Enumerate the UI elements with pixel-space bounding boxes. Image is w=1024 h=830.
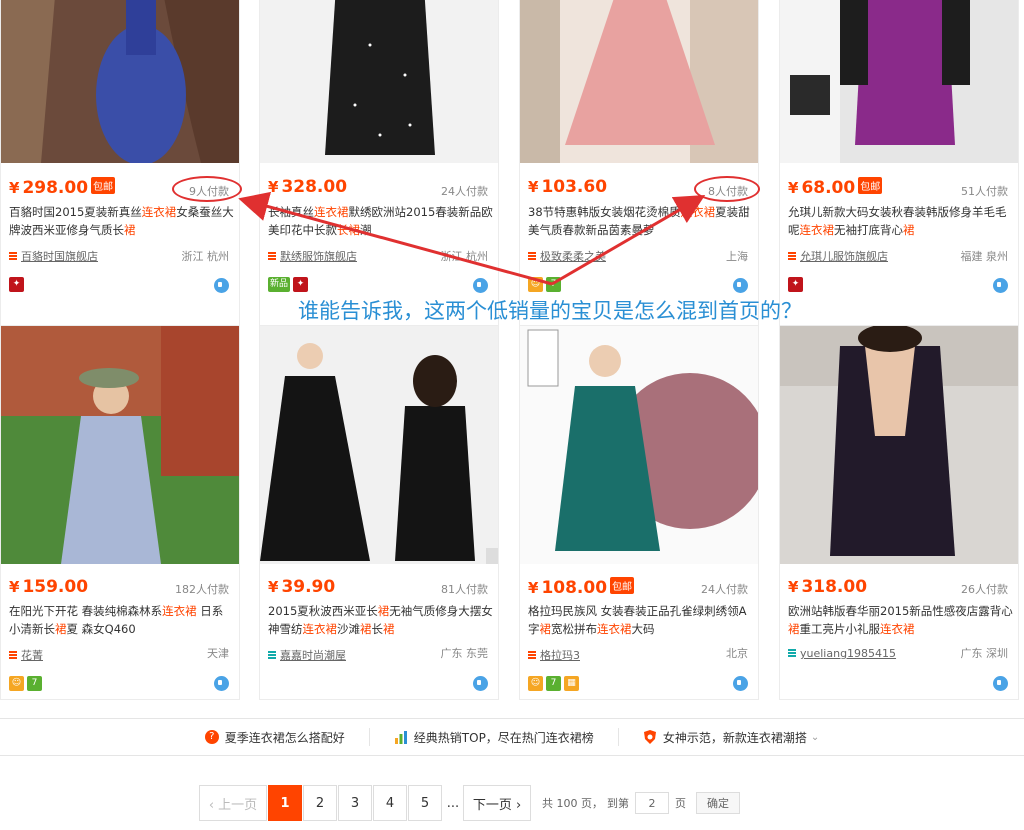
badges: ☺ 7 ▦ (528, 676, 579, 692)
pagination-ellipsis: ... (446, 795, 460, 811)
shop-link[interactable]: 花菁 (9, 647, 43, 663)
pagination: ‹ 上一页 1 2 3 4 5 ... 下一页 › 共 100 页， 到第 页 … (199, 785, 740, 821)
shop-icon (9, 651, 17, 659)
location: 北京 (726, 647, 748, 660)
sales-count: 81人付款 (441, 583, 488, 596)
product-image[interactable] (780, 326, 1018, 564)
shop-link[interactable]: yueliang1985415 (788, 647, 896, 660)
page-button-3[interactable]: 3 (338, 785, 372, 821)
product-card[interactable]: ¥159.00 182人付款 在阳光下开花 春装纯棉森林系连衣裙 日系小清新长裙… (0, 325, 240, 700)
wangwang-chat-icon[interactable] (214, 676, 229, 691)
suggestion-bar: ? 夏季连衣裙怎么搭配好 经典热销TOP，尽在热门连衣裙榜 女神示范，新款连衣裙… (0, 718, 1024, 756)
tip-link[interactable]: 女神示范，新款连衣裙潮搭 ⌄ (619, 728, 843, 746)
wangwang-chat-icon[interactable] (993, 676, 1008, 691)
free-shipping-badge: 包邮 (610, 577, 635, 594)
tip-link[interactable]: 经典热销TOP，尽在热门连衣裙榜 (370, 728, 619, 746)
guarantee-icon: ▦ (564, 676, 579, 691)
next-page-button[interactable]: 下一页 › (463, 785, 531, 821)
product-price: ¥39.90 (268, 577, 336, 597)
product-title[interactable]: 格拉玛民族风 女装春装正品孔雀绿刺绣领A字裙宽松拼布连衣裙大码 (528, 602, 753, 638)
product-price: ¥108.00 包邮 (528, 577, 635, 598)
page-unit-label: 页 (675, 797, 686, 810)
prev-page-button[interactable]: ‹ 上一页 (199, 785, 267, 821)
shop-link[interactable]: 嘉嘉时尚潮屋 (268, 647, 346, 663)
location: 广东 深圳 (960, 647, 1009, 660)
page-button-4[interactable]: 4 (373, 785, 407, 821)
bar-chart-icon (394, 731, 407, 744)
product-title[interactable]: 2015夏秋波西米亚长裙无袖气质修身大摆女神雪纺连衣裙沙滩裙长裙 (268, 602, 493, 638)
page-number-input[interactable] (635, 792, 669, 814)
product-card[interactable]: ¥39.90 81人付款 2015夏秋波西米亚长裙无袖气质修身大摆女神雪纺连衣裙… (259, 325, 499, 700)
goto-label: 到第 (607, 797, 629, 810)
shop-link[interactable]: 格拉玛3 (528, 647, 580, 663)
sales-count: 26人付款 (961, 583, 1008, 596)
shop-icon (268, 651, 276, 659)
question-icon: ? (204, 730, 219, 744)
shop-icon (788, 649, 796, 657)
sales-count: 182人付款 (175, 583, 229, 596)
product-card[interactable]: ¥108.00 包邮 24人付款 格拉玛民族风 女装春装正品孔雀绿刺绣领A字裙宽松… (519, 325, 759, 700)
total-pages: 共 100 页， (542, 797, 603, 810)
product-image[interactable] (1, 326, 239, 564)
product-image[interactable] (520, 326, 758, 564)
badges: ☺7 (9, 676, 42, 692)
product-price: ¥318.00 (788, 577, 868, 597)
seven-day-return-icon: 7 (546, 676, 561, 691)
product-image[interactable] (260, 326, 498, 564)
shop-icon (528, 651, 536, 659)
seven-day-return-icon: 7 (27, 676, 42, 691)
tip-link[interactable]: ? 夏季连衣裙怎么搭配好 (181, 728, 370, 746)
page-button-2[interactable]: 2 (303, 785, 337, 821)
product-title[interactable]: 欧洲站韩版春华丽2015新品性感夜店露背心裙重工亮片小礼服连衣裙 (788, 602, 1013, 638)
confirm-button[interactable]: 确定 (696, 792, 740, 814)
product-card[interactable]: ¥318.00 26人付款 欧洲站韩版春华丽2015新品性感夜店露背心裙重工亮片… (779, 325, 1019, 700)
sales-count: 24人付款 (701, 583, 748, 596)
location: 广东 东莞 (440, 647, 489, 660)
page-button-1[interactable]: 1 (268, 785, 302, 821)
annotation-text: 谁能告诉我，这两个低销量的宝贝是怎么混到首页的？ (298, 299, 802, 323)
shield-icon (643, 730, 656, 744)
annotation-arrows (238, 191, 706, 286)
page-button-5[interactable]: 5 (408, 785, 442, 821)
wangwang-chat-icon[interactable] (473, 676, 488, 691)
page-jump: 共 100 页， 到第 页 确定 (542, 792, 740, 814)
wangwang-chat-icon[interactable] (733, 676, 748, 691)
chevron-down-icon: ⌄ (810, 731, 820, 743)
location: 天津 (207, 647, 229, 660)
product-title[interactable]: 在阳光下开花 春装纯棉森林系连衣裙 日系小清新长裙夏 森女Q460 (9, 602, 234, 638)
medal-icon: ☺ (9, 676, 24, 691)
medal-icon: ☺ (528, 676, 543, 691)
product-price: ¥159.00 (9, 577, 89, 597)
